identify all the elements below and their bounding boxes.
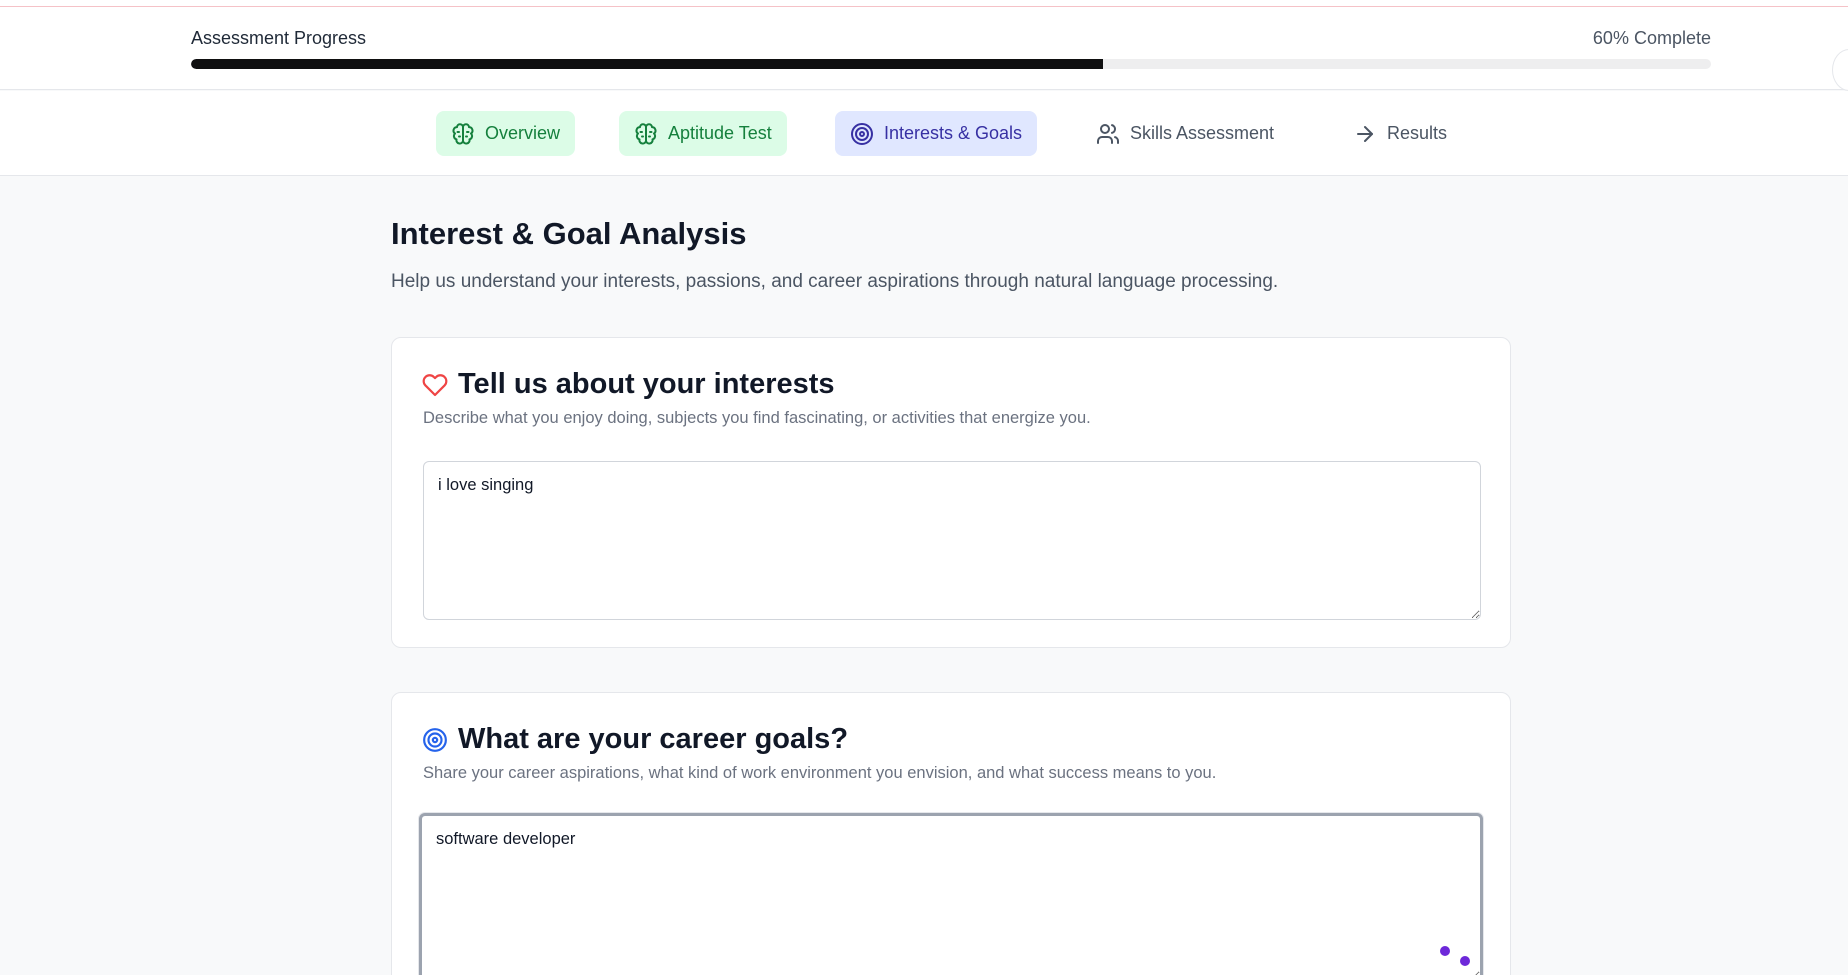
career-goals-card-description: Share your career aspirations, what kind… xyxy=(423,764,1217,782)
top-accent-bar xyxy=(0,0,1848,7)
typing-dot xyxy=(1460,956,1470,966)
tab-skills-assessment[interactable]: Skills Assessment xyxy=(1081,111,1289,156)
interests-card-description: Describe what you enjoy doing, subjects … xyxy=(423,409,1091,427)
target-icon xyxy=(423,727,447,752)
tab-interests-goals[interactable]: Interests & Goals xyxy=(835,111,1038,156)
page-title: Interest & Goal Analysis xyxy=(391,216,747,251)
career-goals-card-header: What are your career goals? xyxy=(422,723,848,756)
tab-overview[interactable]: Overview xyxy=(436,111,576,156)
heart-icon xyxy=(422,373,448,396)
tab-results[interactable]: Results xyxy=(1338,111,1462,156)
tab-aptitude-test[interactable]: Aptitude Test xyxy=(619,111,787,156)
typing-indicator xyxy=(1440,946,1480,970)
career-goals-textarea[interactable]: software developer xyxy=(419,813,1483,975)
side-panel-handle[interactable] xyxy=(1832,49,1848,91)
progress-bar-fill xyxy=(191,59,1103,69)
tab-results-label: Results xyxy=(1387,123,1448,143)
tab-interests-goals-label: Interests & Goals xyxy=(884,123,1023,143)
assessment-tabs: Overview Aptitude Test Interests & Goals… xyxy=(0,91,1848,176)
page-subtitle: Help us understand your interests, passi… xyxy=(391,271,1279,292)
typing-dot xyxy=(1440,946,1450,956)
brain-icon xyxy=(452,122,474,145)
users-icon xyxy=(1097,123,1119,144)
interests-textarea[interactable]: i love singing xyxy=(423,461,1481,620)
progress-bar xyxy=(191,59,1711,69)
progress-header: Assessment Progress 60% Complete xyxy=(0,7,1848,91)
career-goals-card: What are your career goals? Share your c… xyxy=(391,692,1511,975)
tab-skills-assessment-label: Skills Assessment xyxy=(1130,123,1275,143)
interests-card-header: Tell us about your interests xyxy=(422,368,835,401)
career-goals-card-title: What are your career goals? xyxy=(458,723,849,755)
brain-icon xyxy=(635,122,657,145)
progress-percent: 60% Complete xyxy=(1592,28,1711,48)
progress-label: Assessment Progress xyxy=(191,28,367,48)
interests-card-title: Tell us about your interests xyxy=(458,368,835,400)
tab-overview-label: Overview xyxy=(485,123,561,143)
interests-card: Tell us about your interests Describe wh… xyxy=(391,337,1511,648)
target-icon xyxy=(851,122,873,145)
arrow-right-icon xyxy=(1357,125,1373,142)
tab-aptitude-test-label: Aptitude Test xyxy=(668,123,772,143)
